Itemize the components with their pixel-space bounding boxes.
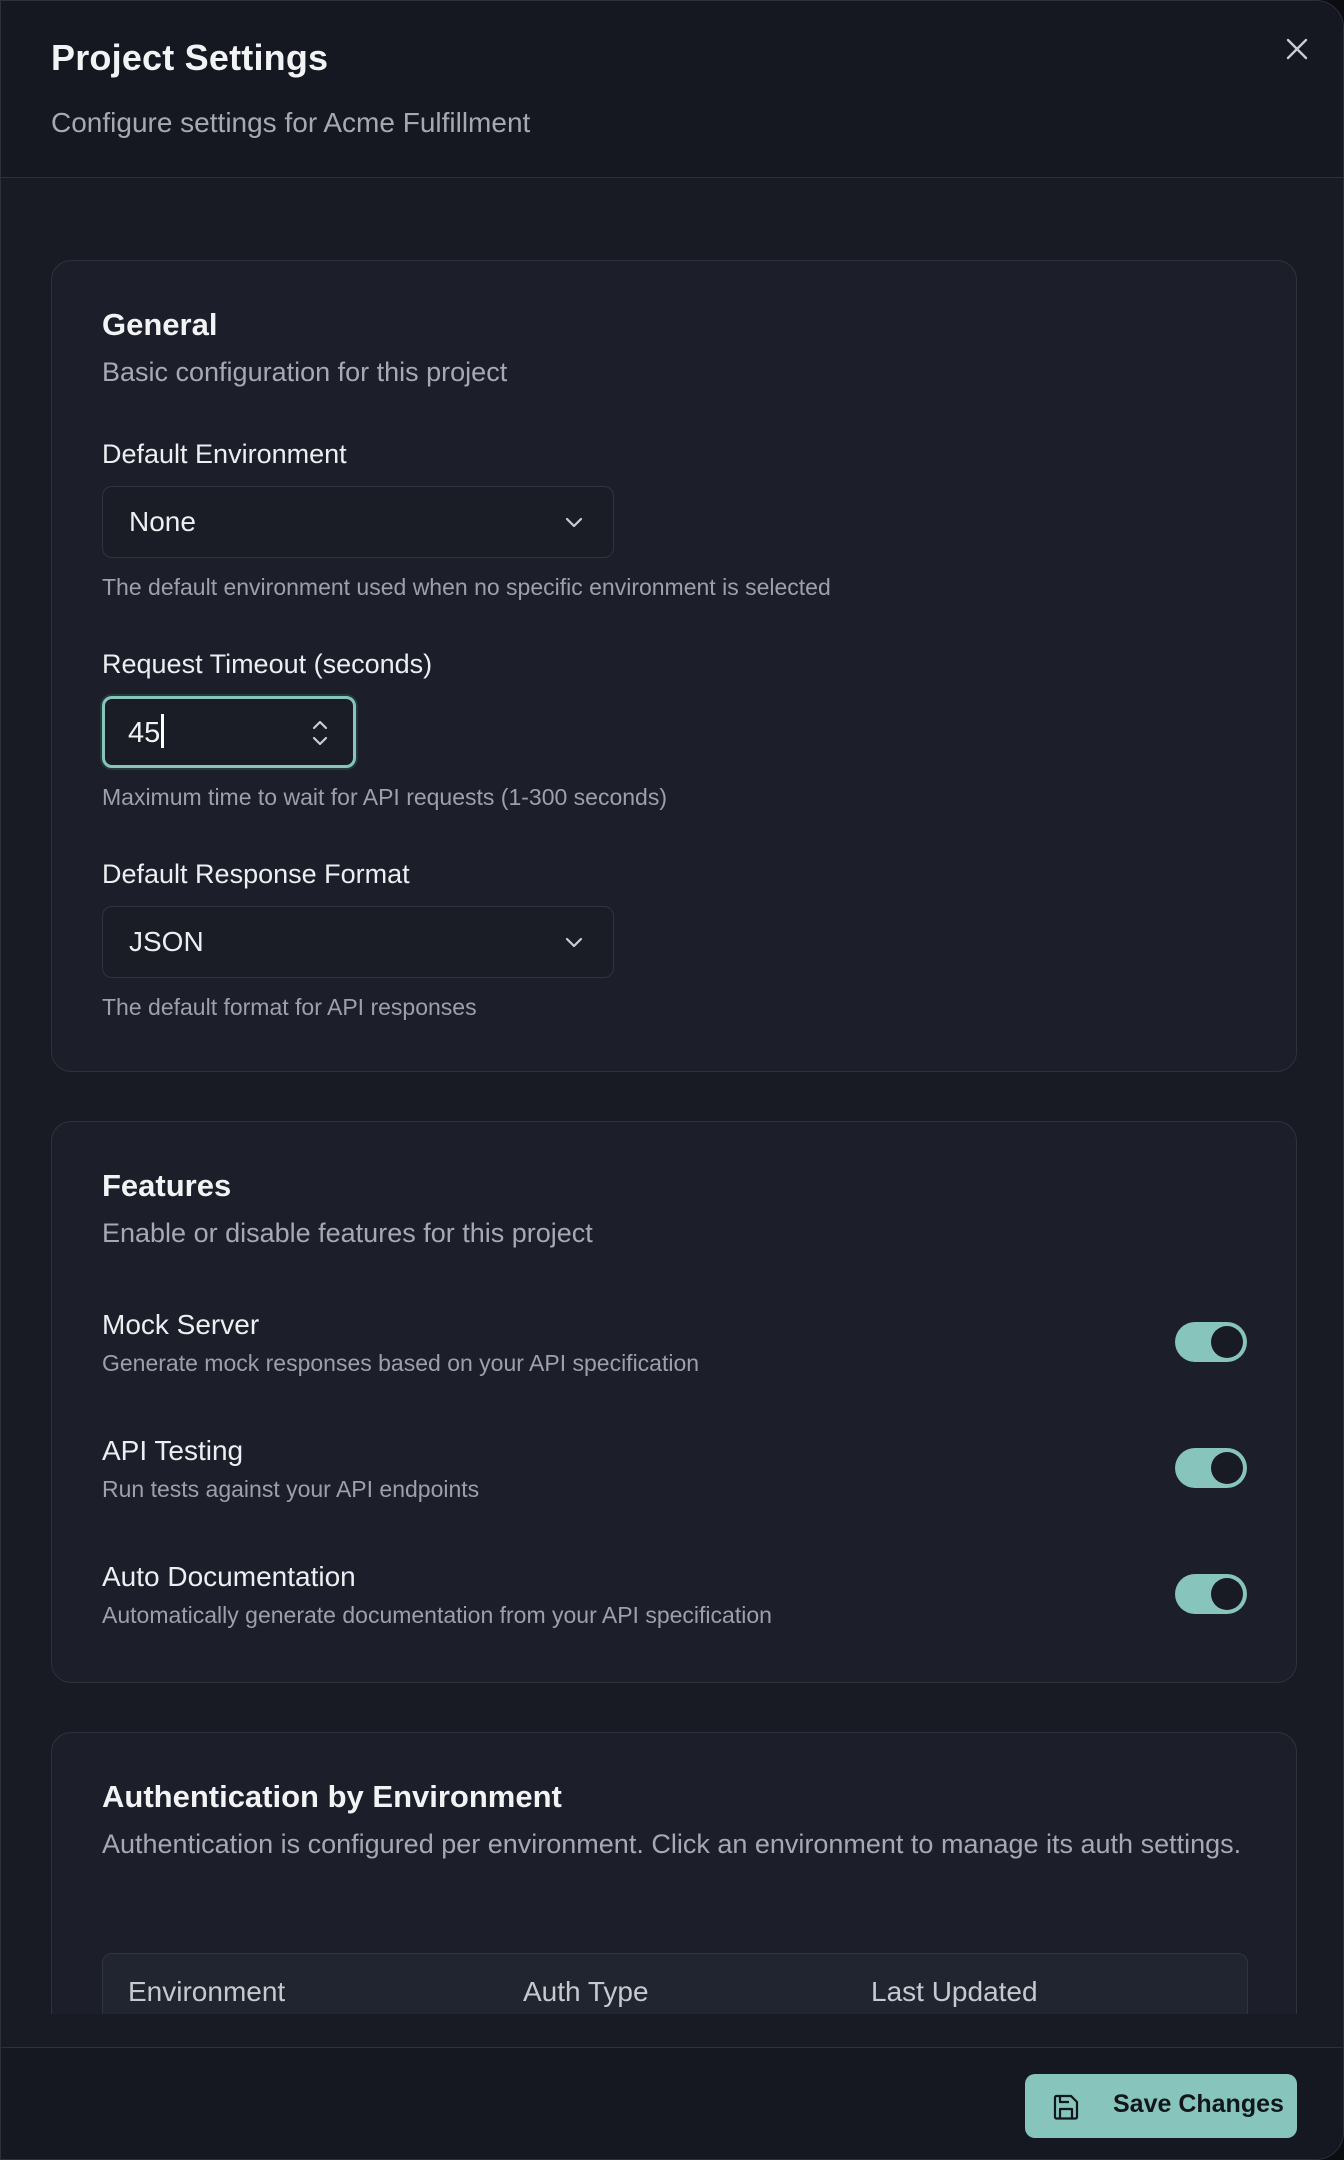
request-timeout-value: 45 (128, 717, 161, 749)
features-title: Features (102, 1168, 232, 1203)
default-environment-help: The default environment used when no spe… (102, 574, 831, 600)
general-description: Basic configuration for this project (102, 357, 508, 387)
mock-server-toggle[interactable] (1175, 1322, 1247, 1362)
feature-title: API Testing (102, 1435, 244, 1466)
auth-card: Authentication by Environment Authentica… (51, 1732, 1297, 2014)
api-testing-toggle[interactable] (1175, 1448, 1247, 1488)
feature-title: Mock Server (102, 1309, 260, 1340)
feature-title: Auto Documentation (102, 1561, 356, 1592)
toggle-knob (1211, 1326, 1243, 1358)
feature-description: Run tests against your API endpoints (102, 1476, 480, 1502)
default-environment-label: Default Environment (102, 439, 347, 469)
general-title: General (102, 307, 218, 342)
response-format-label: Default Response Format (102, 859, 410, 889)
default-environment-select[interactable]: None (102, 486, 614, 558)
chevron-down-icon (565, 937, 583, 948)
response-format-select[interactable]: JSON (102, 906, 614, 978)
dialog-footer: Save Changes (1, 2047, 1343, 2159)
dialog-title: Project Settings (51, 37, 329, 78)
features-description: Enable or disable features for this proj… (102, 1218, 593, 1248)
save-changes-button[interactable]: Save Changes (1025, 2074, 1297, 2138)
column-header-last-updated: Last Updated (871, 1976, 1038, 2007)
features-card: Features Enable or disable features for … (51, 1121, 1297, 1683)
save-changes-label: Save Changes (1113, 2090, 1284, 2118)
dialog-body[interactable]: General Basic configuration for this pro… (1, 179, 1343, 2014)
request-timeout-label: Request Timeout (seconds) (102, 649, 433, 679)
text-caret (161, 714, 165, 748)
column-header-auth-type: Auth Type (523, 1976, 649, 2007)
response-format-value: JSON (129, 926, 204, 957)
toggle-knob (1211, 1452, 1243, 1484)
chevron-down-icon (565, 517, 583, 528)
column-header-environment: Environment (128, 1976, 286, 2007)
request-timeout-help: Maximum time to wait for API requests (1… (102, 784, 667, 810)
request-timeout-input[interactable]: 45 (102, 696, 356, 768)
close-icon (1286, 38, 1308, 60)
save-icon (1053, 2094, 1079, 2120)
auth-title: Authentication by Environment (102, 1779, 562, 1814)
dialog-subtitle: Configure settings for Acme Fulfillment (51, 107, 531, 138)
feature-description: Generate mock responses based on your AP… (102, 1350, 700, 1376)
dialog-header: Project Settings Configure settings for … (1, 1, 1343, 178)
auth-description: Authentication is configured per environ… (102, 1829, 1242, 1859)
auto-documentation-toggle[interactable] (1175, 1574, 1247, 1614)
general-card: General Basic configuration for this pro… (51, 260, 1297, 1072)
project-settings-dialog: Project Settings Configure settings for … (0, 0, 1344, 2160)
toggle-knob (1211, 1578, 1243, 1610)
close-button[interactable] (1277, 29, 1317, 69)
request-timeout-value-wrap: 45 (128, 714, 165, 750)
stepper-icon[interactable] (309, 715, 331, 751)
response-format-help: The default format for API responses (102, 994, 477, 1020)
feature-description: Automatically generate documentation fro… (102, 1602, 772, 1628)
auth-table-header: Environment Auth Type Last Updated (102, 1953, 1248, 2014)
default-environment-value: None (129, 506, 196, 537)
